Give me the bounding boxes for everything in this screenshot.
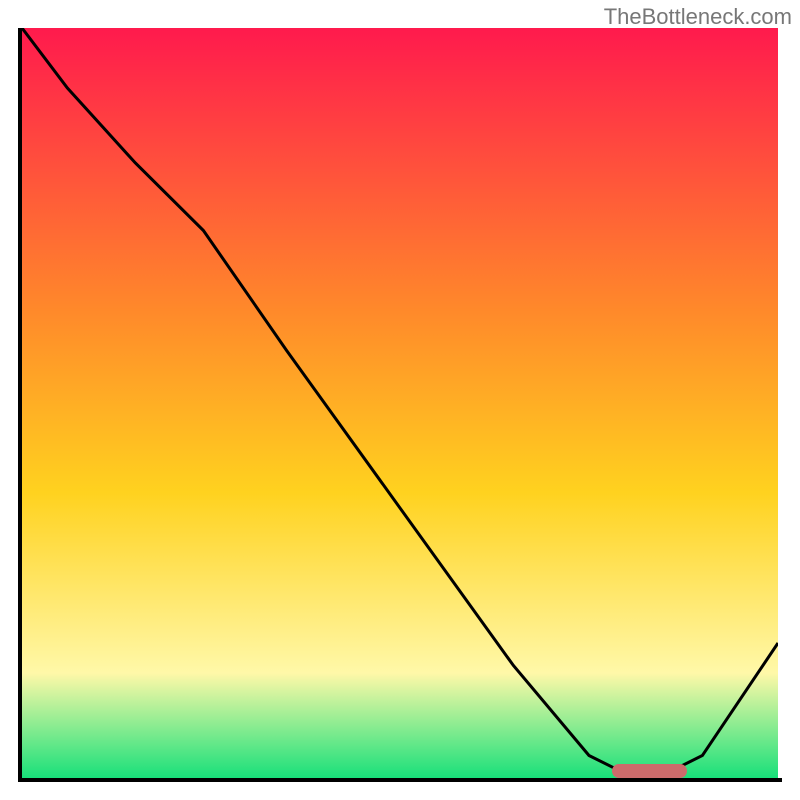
chart-container: TheBottleneck.com: [0, 0, 800, 800]
watermark-text: TheBottleneck.com: [604, 4, 792, 30]
axis-frame: [18, 28, 782, 782]
